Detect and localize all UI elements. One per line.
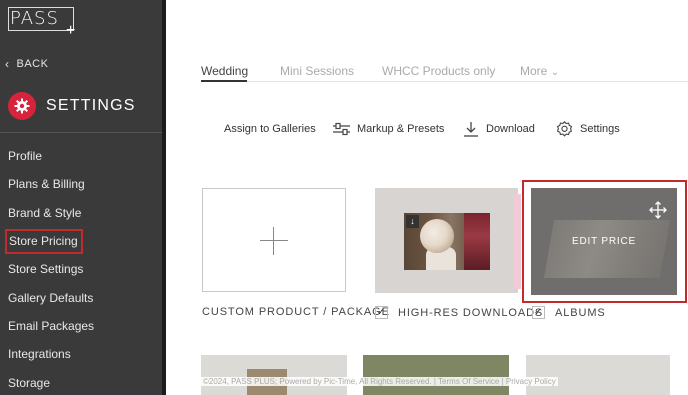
logo-plus: + [66, 22, 76, 39]
sidebar-nav: Profile Plans & Billing Brand & Style St… [0, 142, 162, 395]
tab-more[interactable]: More ⌄ [520, 64, 559, 78]
sidebar-item-label: Email Packages [8, 318, 95, 333]
sidebar-scroll-edge [162, 0, 166, 395]
sidebar-item-label: Integrations [8, 347, 71, 362]
albums-card[interactable]: EDIT PRICE [531, 188, 677, 295]
download-button[interactable]: Download [463, 120, 535, 138]
plus-icon [260, 227, 288, 255]
albums-checkbox[interactable]: ✓ [532, 306, 545, 319]
chevron-down-icon: ⌄ [550, 67, 560, 78]
gear-icon [556, 120, 573, 137]
download-label: Download [486, 123, 535, 135]
download-badge-icon: ↓ [406, 215, 419, 228]
checkmark-icon: ✓ [533, 306, 544, 318]
sidebar-item-storage[interactable]: Storage [0, 368, 162, 395]
tab-mini-sessions[interactable]: Mini Sessions [280, 64, 354, 78]
sidebar: PASS + ‹ BACK SETTINGS Profile Plans & B… [0, 0, 162, 395]
custom-product-text: CUSTOM PRODUCT / PACKAGE [202, 306, 390, 318]
settings-label: Settings [580, 123, 620, 135]
high-res-checkbox[interactable]: ✓ [375, 306, 388, 319]
product-card-thumbnail[interactable] [526, 355, 670, 395]
sidebar-item-store-settings[interactable]: Store Settings [0, 255, 162, 283]
sidebar-item-label: Brand & Style [8, 205, 82, 220]
album-thumbnail [543, 220, 671, 278]
edit-price-button[interactable]: EDIT PRICE [531, 236, 677, 247]
high-res-text: HIGH-RES DOWNLOADS [398, 306, 544, 319]
sliders-icon [333, 122, 350, 136]
sidebar-item-label: Store Pricing [5, 228, 83, 254]
sidebar-item-label: Gallery Defaults [8, 290, 94, 305]
sidebar-item-integrations[interactable]: Integrations [0, 340, 162, 368]
sidebar-item-brand-style[interactable]: Brand & Style [0, 199, 162, 227]
sidebar-item-label: Profile [8, 149, 43, 164]
tab-whcc-products[interactable]: WHCC Products only [382, 64, 495, 78]
back-label: BACK [16, 58, 49, 70]
sidebar-item-gallery-defaults[interactable]: Gallery Defaults [0, 283, 162, 311]
chevron-left-icon: ‹ [5, 57, 10, 71]
settings-gear-icon [8, 92, 36, 120]
category-tabs: Wedding Mini Sessions WHCC Products only… [201, 62, 688, 82]
settings-title: SETTINGS [46, 97, 136, 114]
checkmark-icon: ✓ [376, 306, 387, 318]
custom-product-card[interactable] [202, 188, 346, 292]
high-res-downloads-card[interactable]: ↓ [375, 188, 518, 293]
sidebar-item-email-packages[interactable]: Email Packages [0, 312, 162, 340]
product-card-thumbnail[interactable] [363, 355, 509, 395]
sidebar-item-store-pricing[interactable]: Store Pricing [0, 227, 162, 255]
high-res-downloads-label: ✓ HIGH-RES DOWNLOADS [375, 306, 543, 319]
markup-label: Markup & Presets [357, 123, 445, 135]
sidebar-item-profile[interactable]: Profile [0, 142, 162, 170]
pass-logo[interactable]: PASS + [8, 7, 78, 39]
settings-button[interactable]: Settings [556, 120, 620, 138]
back-link[interactable]: ‹ BACK [5, 58, 48, 70]
albums-text: ALBUMS [555, 306, 606, 319]
move-icon[interactable] [649, 201, 667, 219]
assign-label: Assign to Galleries [224, 123, 316, 135]
sidebar-item-label: Plans & Billing [8, 177, 85, 192]
settings-header: SETTINGS [8, 92, 136, 120]
tab-more-label: More [520, 64, 548, 78]
active-tab-indicator [201, 80, 247, 82]
assign-to-galleries-button[interactable]: Assign to Galleries [224, 120, 316, 138]
albums-label: ✓ ALBUMS [532, 306, 606, 319]
sidebar-item-label: Storage [8, 375, 51, 390]
sidebar-item-label: Store Settings [8, 262, 84, 277]
tab-wedding[interactable]: Wedding [201, 64, 248, 78]
footer-text: ©2024, PASS PLUS; Powered by Pic-Time, A… [201, 377, 558, 386]
sidebar-item-plans-billing[interactable]: Plans & Billing [0, 170, 162, 198]
markup-presets-button[interactable]: Markup & Presets [333, 120, 444, 138]
custom-product-label: CUSTOM PRODUCT / PACKAGE [202, 306, 390, 318]
download-icon [464, 122, 478, 137]
card-edge-accent [513, 194, 521, 289]
product-card-thumbnail[interactable] [201, 355, 347, 395]
sidebar-divider [0, 132, 162, 133]
logo-text: PASS [10, 8, 59, 29]
